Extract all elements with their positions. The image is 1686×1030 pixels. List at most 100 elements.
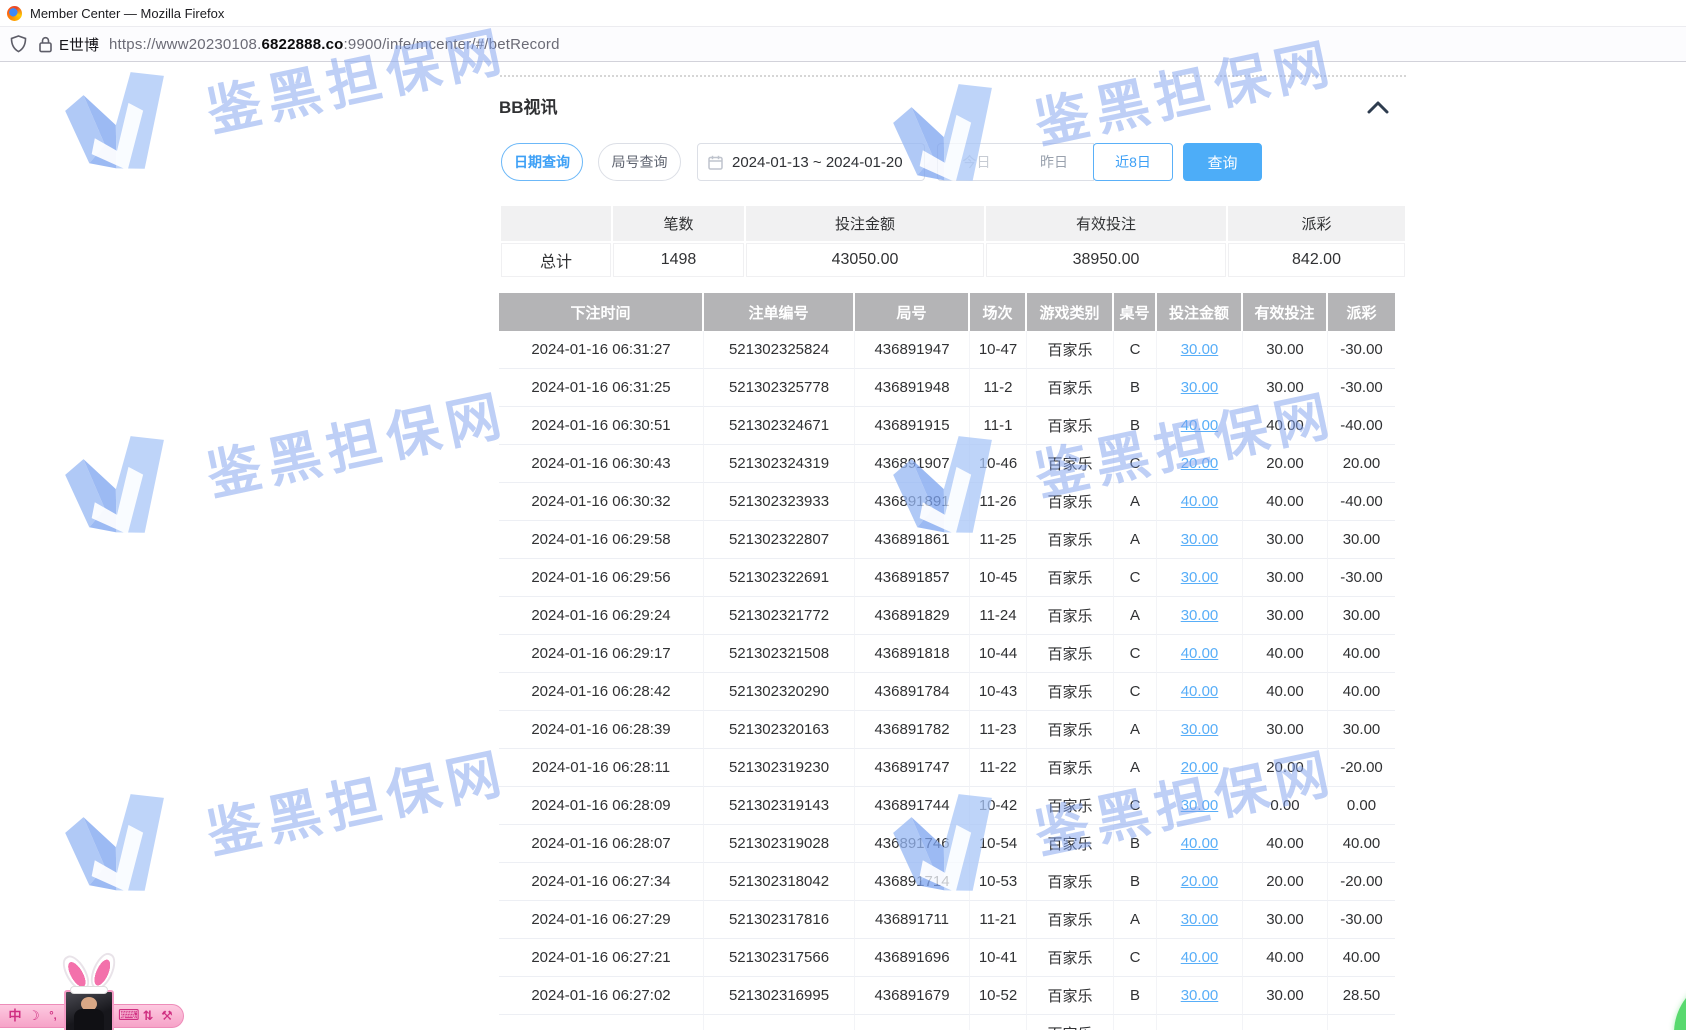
ime-moon-icon[interactable]: ☽ — [26, 1005, 42, 1027]
cell: 百家乐 — [1027, 407, 1114, 445]
cell: 2024-01-16 06:27:34 — [499, 863, 704, 901]
bet-amount-link[interactable]: 30.00 — [1181, 607, 1219, 624]
ime-toggle-icon[interactable]: ⇅ — [140, 1005, 156, 1027]
cell: C — [1114, 635, 1157, 673]
cell: -30.00 — [1328, 331, 1395, 369]
cell — [1114, 1015, 1157, 1030]
date-range-input[interactable]: 2024-01-13 ~ 2024-01-20 — [697, 143, 925, 181]
cell: 521302318042 — [704, 863, 855, 901]
table-row: 2024-01-16 06:30:32521302323933436891891… — [499, 483, 1395, 521]
bet-amount-link[interactable]: 40.00 — [1181, 683, 1219, 700]
yesterday-button[interactable]: 昨日 — [1015, 143, 1094, 181]
bet-amount-link[interactable]: 30.00 — [1181, 911, 1219, 928]
cell: 436891891 — [855, 483, 970, 521]
bet-amount-link[interactable]: 20.00 — [1181, 759, 1219, 776]
cell: 521302323933 — [704, 483, 855, 521]
shield-icon[interactable] — [10, 35, 27, 53]
cell: 436891714 — [855, 863, 970, 901]
cell: 436891818 — [855, 635, 970, 673]
cell: 40.00 — [1328, 939, 1395, 977]
cell: 2024-01-16 06:27:29 — [499, 901, 704, 939]
bet-amount-link[interactable]: 30.00 — [1181, 797, 1219, 814]
bet-amount-link[interactable]: 30.00 — [1181, 987, 1219, 1004]
cell: -30.00 — [1328, 369, 1395, 407]
summary-row-label: 总计 — [501, 243, 611, 277]
bet-amount-link[interactable]: 40.00 — [1181, 949, 1219, 966]
cell: 11-21 — [970, 901, 1027, 939]
cell: 40.00 — [1243, 825, 1328, 863]
cell: 百家乐 — [1027, 825, 1114, 863]
cell: 436891696 — [855, 939, 970, 977]
cell: 436891948 — [855, 369, 970, 407]
cell: 2024-01-16 06:28:11 — [499, 749, 704, 787]
summary-table: 笔数投注金额有效投注派彩 总计149843050.0038950.00842.0… — [499, 204, 1407, 279]
ime-keyboard-icon[interactable]: ⌨ — [118, 1005, 138, 1027]
bet-col-header-7: 有效投注 — [1243, 293, 1328, 331]
bet-col-header-4: 游戏类别 — [1027, 293, 1114, 331]
last-8-days-button[interactable]: 近8日 — [1093, 143, 1173, 181]
cell: 521302317816 — [704, 901, 855, 939]
ime-settings-wrench-icon[interactable]: ⚒ — [158, 1005, 176, 1027]
cell: 20.00 — [1243, 445, 1328, 483]
summary-header-4: 派彩 — [1228, 206, 1405, 241]
table-row: 2024-01-16 06:30:51521302324671436891915… — [499, 407, 1395, 445]
bet-amount-link[interactable]: 40.00 — [1181, 645, 1219, 662]
cell-bet-amount: 30.00 — [1157, 331, 1243, 369]
cell-bet-amount: 20.00 — [1157, 445, 1243, 483]
cell: 521302321508 — [704, 635, 855, 673]
cell: 40.00 — [1243, 673, 1328, 711]
cell: 2024-01-16 06:28:07 — [499, 825, 704, 863]
cell: 521302324671 — [704, 407, 855, 445]
cell-bet-amount: 40.00 — [1157, 825, 1243, 863]
cell: -20.00 — [1328, 863, 1395, 901]
cell: 2024-01-16 06:29:56 — [499, 559, 704, 597]
bet-amount-link[interactable]: 30.00 — [1181, 379, 1219, 396]
ime-skin-avatar[interactable] — [64, 990, 114, 1030]
cell: 521302322691 — [704, 559, 855, 597]
cell: 10-54 — [970, 825, 1027, 863]
date-range-value: 2024-01-13 ~ 2024-01-20 — [732, 154, 903, 171]
table-row: 2024-01-16 06:29:56521302322691436891857… — [499, 559, 1395, 597]
bet-amount-link[interactable]: 20.00 — [1181, 455, 1219, 472]
cell: 436891746 — [855, 825, 970, 863]
cell: 百家乐 — [1027, 749, 1114, 787]
bet-amount-link[interactable]: 40.00 — [1181, 417, 1219, 434]
lock-icon[interactable] — [39, 36, 52, 53]
url-bar[interactable]: E世博 https://www20230108.6822888.co:9900/… — [0, 26, 1686, 62]
cell: A — [1114, 901, 1157, 939]
loading-ring — [1674, 976, 1686, 1030]
cell: 11-24 — [970, 597, 1027, 635]
watermark-logo-icon — [59, 61, 196, 189]
table-row: 2024-01-16 06:29:58521302322807436891861… — [499, 521, 1395, 559]
ime-punctuation-icon[interactable]: °, — [44, 1005, 62, 1027]
section-title: BB视讯 — [499, 93, 558, 118]
cell-bet-amount: 30.00 — [1157, 369, 1243, 407]
bet-amount-link[interactable]: 30.00 — [1181, 341, 1219, 358]
dotted-divider — [500, 75, 1406, 77]
round-query-button[interactable]: 局号查询 — [598, 143, 681, 181]
cell: 10-43 — [970, 673, 1027, 711]
bet-amount-link[interactable]: 20.00 — [1181, 873, 1219, 890]
summary-table-wrap: 笔数投注金额有效投注派彩 总计149843050.0038950.00842.0… — [499, 204, 1395, 279]
today-button[interactable]: 今日 — [937, 143, 1016, 181]
bet-amount-link[interactable]: 30.00 — [1181, 569, 1219, 586]
search-button[interactable]: 查询 — [1183, 143, 1262, 181]
cell: 百家乐 — [1027, 331, 1114, 369]
cell-bet-amount: 30.00 — [1157, 559, 1243, 597]
cell: 436891679 — [855, 977, 970, 1015]
bet-amount-link[interactable]: 30.00 — [1181, 721, 1219, 738]
cell: 436891947 — [855, 331, 970, 369]
bet-amount-link[interactable]: 30.00 — [1181, 531, 1219, 548]
cell: 40.00 — [1328, 673, 1395, 711]
bet-amount-link[interactable]: 40.00 — [1181, 835, 1219, 852]
cell: 40.00 — [1328, 825, 1395, 863]
ime-language-button[interactable]: 中 — [6, 1005, 24, 1027]
cell: 11-2 — [970, 369, 1027, 407]
bet-amount-link[interactable]: 40.00 — [1181, 493, 1219, 510]
date-query-button[interactable]: 日期查询 — [501, 143, 583, 181]
cell-bet-amount: 30.00 — [1157, 711, 1243, 749]
cell: 40.00 — [1243, 635, 1328, 673]
cell: 436891861 — [855, 521, 970, 559]
url-text: https://www20230108.6822888.co:9900/infe… — [109, 36, 560, 53]
collapse-section-button[interactable] — [1367, 100, 1389, 115]
